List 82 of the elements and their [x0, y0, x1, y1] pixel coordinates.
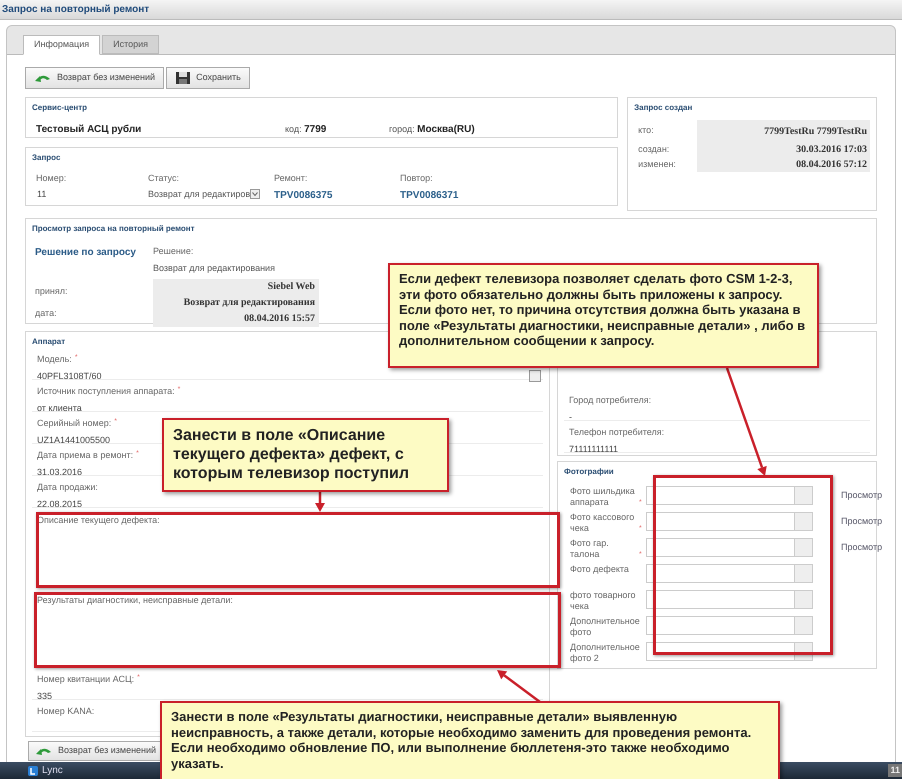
field-label: Номер: [36, 172, 68, 185]
field-label: принял: [35, 284, 69, 298]
city-text: город: Москва(RU) [389, 123, 475, 137]
status-dropdown[interactable]: Возврат для редактиров [148, 188, 274, 201]
field-label: Повтор: [400, 172, 434, 185]
field-value: 31.03.2016 [37, 466, 82, 478]
tab[interactable]: История [102, 35, 160, 54]
field-label: изменен: [637, 158, 677, 171]
field-label: Город потребителя: [569, 394, 652, 407]
section-title: Сервис-центр [32, 102, 88, 114]
page-number: 11 [888, 764, 902, 778]
field-value: 7799TestRu 7799TestRu [697, 120, 870, 142]
field-label: кто: [637, 124, 655, 138]
section-title: Запрос создан [634, 102, 692, 114]
file-input-field[interactable] [646, 590, 813, 609]
field-value: UZ1A1441005500 [37, 434, 110, 446]
field-label: создан: [637, 142, 670, 156]
field-label: Дата продажи: [37, 481, 98, 494]
field-value: - [569, 410, 572, 424]
window-title: Запрос на повторный ремонт [2, 3, 150, 17]
field-value: 30.03.2016 17:03 [697, 142, 870, 157]
back-arrow-icon [34, 73, 52, 83]
app-icon [28, 766, 38, 776]
field-value: 71111111111 [569, 442, 618, 456]
field-label: Номер квитанции АСЦ: [37, 673, 134, 686]
file-input-field[interactable] [646, 642, 813, 661]
toolbar-button[interactable]: Сохранить [166, 67, 250, 89]
field-label: Фото дефекта [570, 564, 629, 575]
arrow [497, 670, 541, 703]
field-label: дата: [35, 307, 58, 320]
file-input-field[interactable] [646, 538, 813, 557]
field-value: 40PFL3108T/60 [37, 370, 102, 382]
decision-heading: Решение по запросу [35, 246, 137, 260]
view-link[interactable]: Просмотр [841, 515, 882, 528]
file-input-field[interactable] [646, 512, 813, 531]
field-label: Серийный номер: [37, 417, 112, 430]
view-link[interactable]: Просмотр [841, 541, 882, 554]
field-label: Номер KANA: [37, 705, 94, 718]
field-label: Фото гар. талона [570, 538, 610, 560]
field-value: от клиента [37, 402, 82, 414]
file-input-field[interactable] [646, 616, 813, 635]
section-title: Фотографии [564, 466, 614, 478]
field-value: Возврат для редактирования [184, 296, 315, 310]
field-label: Статус: [148, 172, 180, 185]
field-value: 08.04.2016 15:57 [244, 312, 315, 326]
tab[interactable]: Информация [23, 35, 100, 55]
field-label: Ремонт: [274, 172, 308, 185]
callout-note: Если дефект телевизора позволяет сделать фото CSM 1-2-3, эти фото обязательно должны быть приложены к запросу. Если фото нет, то причина отсутствия должна быть указана в поле «Результаты диагностики, неисправные детали» , либо в дополнительном сообщении к запросу. [388, 263, 819, 368]
field-label: Результаты диагностики, неисправные детали: [37, 594, 233, 607]
file-input-field[interactable] [646, 486, 813, 505]
service-center-name: Тестовый АСЦ рубли [36, 123, 142, 137]
field-label: Фото кассового чека [570, 512, 636, 534]
field-label: Модель: [37, 353, 72, 366]
field-value: 22.08.2015 [37, 498, 82, 510]
repair-link[interactable]: TPV0086371 [400, 188, 526, 202]
file-input-field[interactable] [646, 564, 813, 583]
field-label: Фото шильдика аппарата [570, 486, 636, 508]
view-link[interactable]: Просмотр [841, 489, 882, 502]
callout-note: Занести в поле «Описание текущего дефекта» дефект, с которым телевизор поступил [162, 418, 449, 492]
field-label: Телефон потребителя: [569, 426, 664, 439]
callout-note: Занести в поле «Результаты диагностики, неисправные детали» выявленную неисправность, а также детали, которые необходимо заменить для проведения ремонта. Если необходимо обновление ПО, или выполнение бюллетеня-это также необходимо указать. [160, 701, 780, 779]
field-label: Дата приема в ремонт: [37, 449, 134, 462]
section-title: Просмотр запроса на повторный ремонт [32, 223, 195, 235]
section-title: Аппарат [32, 336, 66, 348]
field-value: 11 [36, 188, 48, 200]
taskbar-item[interactable]: Lync [24, 762, 67, 779]
field-value: 335 [37, 690, 52, 702]
save-icon [175, 71, 192, 85]
field-label: Источник поступления аппарата: [37, 385, 175, 398]
picker-button[interactable] [529, 370, 541, 382]
back-arrow-icon [35, 746, 53, 756]
field-value: 08.04.2016 57:12 [697, 157, 870, 172]
repair-link[interactable]: TPV0086375 [274, 188, 400, 202]
section-title: Запрос [32, 152, 60, 164]
field-label: фото товарного чека [570, 590, 636, 612]
chevron-down-icon [250, 189, 260, 200]
field-label: Решение: [153, 245, 194, 258]
code-text: код: 7799 [285, 123, 328, 137]
field-value: Возврат для редактирования [153, 262, 276, 275]
field-value: Siebel Web [268, 280, 315, 294]
toolbar-button[interactable]: Возврат без изменений [25, 67, 164, 89]
arrow [315, 492, 325, 512]
